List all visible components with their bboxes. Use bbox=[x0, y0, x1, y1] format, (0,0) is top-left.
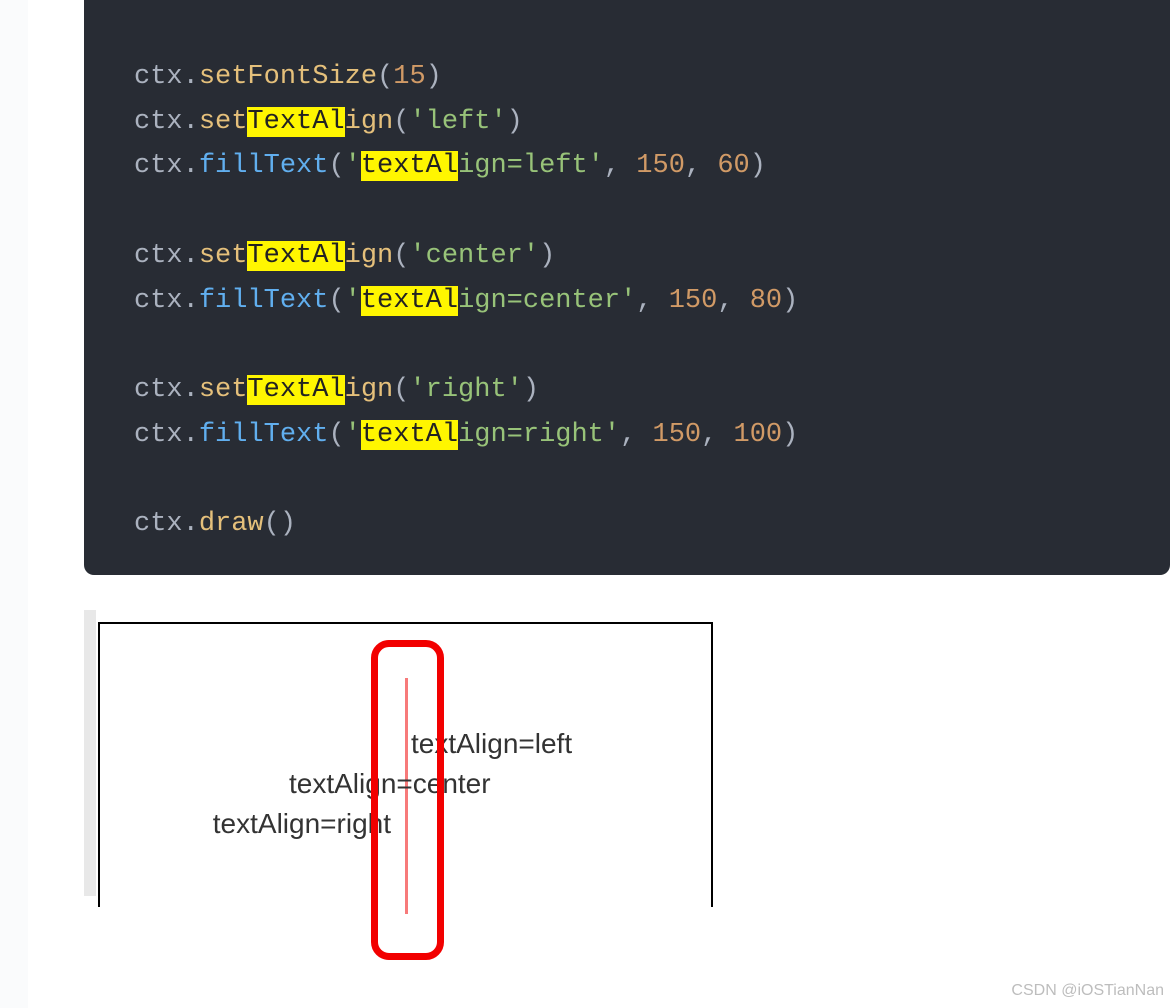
highlight-frame bbox=[371, 640, 444, 960]
code-token: ) bbox=[523, 375, 539, 405]
highlight-token: TextAl bbox=[247, 107, 344, 137]
code-token: 150 bbox=[636, 151, 685, 181]
code-token: . bbox=[183, 509, 199, 539]
code-token: . bbox=[183, 375, 199, 405]
label-align-right: textAlign=right bbox=[213, 808, 391, 840]
code-block: ctx.setFontSize(15) ctx.setTextAlign('le… bbox=[84, 0, 1170, 575]
diagram-shadow bbox=[84, 610, 96, 896]
code-token: ) bbox=[782, 286, 798, 316]
code-token: fillText bbox=[199, 420, 329, 450]
code-token: ign bbox=[345, 241, 394, 271]
highlight-token: textAl bbox=[361, 420, 458, 450]
code-token: ( bbox=[377, 62, 393, 92]
code-token: fillText bbox=[199, 151, 329, 181]
code-token: ) bbox=[426, 62, 442, 92]
code-token: . bbox=[183, 286, 199, 316]
diagram-box: textAlign=left textAlign=center textAlig… bbox=[98, 622, 713, 907]
watermark-text: CSDN @iOSTianNan bbox=[1011, 982, 1164, 1000]
code-token: , bbox=[636, 286, 668, 316]
code-token: ( bbox=[328, 151, 344, 181]
code-token: ctx bbox=[134, 375, 183, 405]
code-token: ( bbox=[393, 241, 409, 271]
code-token: , bbox=[701, 420, 733, 450]
code-token: ign=right' bbox=[458, 420, 620, 450]
code-token: ctx bbox=[134, 509, 183, 539]
text-align-diagram: textAlign=left textAlign=center textAlig… bbox=[84, 610, 712, 896]
code-token: 15 bbox=[393, 62, 425, 92]
code-token: 60 bbox=[717, 151, 749, 181]
code-token: ctx bbox=[134, 420, 183, 450]
code-token: . bbox=[183, 151, 199, 181]
code-token: . bbox=[183, 107, 199, 137]
code-token: ctx bbox=[134, 286, 183, 316]
code-token: ctx bbox=[134, 62, 183, 92]
highlight-token: TextAl bbox=[247, 375, 344, 405]
code-token: , bbox=[604, 151, 636, 181]
code-token: ign bbox=[345, 375, 394, 405]
code-token: ( bbox=[328, 420, 344, 450]
code-token: ( bbox=[393, 375, 409, 405]
code-token: ) bbox=[539, 241, 555, 271]
highlight-token: TextAl bbox=[247, 241, 344, 271]
code-token: 100 bbox=[734, 420, 783, 450]
code-token: ctx bbox=[134, 151, 183, 181]
code-token: . bbox=[183, 62, 199, 92]
code-token: , bbox=[685, 151, 717, 181]
code-token: draw bbox=[199, 509, 264, 539]
code-token: ign=left' bbox=[458, 151, 604, 181]
code-token: setFontSize bbox=[199, 62, 377, 92]
code-token: ) bbox=[280, 509, 296, 539]
code-token: 80 bbox=[750, 286, 782, 316]
code-token: ctx bbox=[134, 241, 183, 271]
highlight-token: textAl bbox=[361, 151, 458, 181]
code-token: 'left' bbox=[409, 107, 506, 137]
highlight-token: textAl bbox=[361, 286, 458, 316]
code-token: ) bbox=[750, 151, 766, 181]
code-token: set bbox=[199, 241, 248, 271]
code-token: . bbox=[183, 241, 199, 271]
code-token: ctx bbox=[134, 107, 183, 137]
page-left-gutter bbox=[0, 0, 28, 1008]
code-token: , bbox=[620, 420, 652, 450]
code-token: ign=center' bbox=[458, 286, 636, 316]
code-token: ( bbox=[264, 509, 280, 539]
code-token: ) bbox=[782, 420, 798, 450]
code-token: ' bbox=[345, 420, 361, 450]
code-token: ) bbox=[507, 107, 523, 137]
code-token: ( bbox=[393, 107, 409, 137]
code-token: . bbox=[183, 420, 199, 450]
code-token: fillText bbox=[199, 286, 329, 316]
code-token: , bbox=[717, 286, 749, 316]
code-token: ' bbox=[345, 151, 361, 181]
code-token: set bbox=[199, 107, 248, 137]
code-token: set bbox=[199, 375, 248, 405]
code-token: ign bbox=[345, 107, 394, 137]
code-token: 150 bbox=[669, 286, 718, 316]
code-token: ' bbox=[345, 286, 361, 316]
code-token: ( bbox=[328, 286, 344, 316]
code-token: 150 bbox=[653, 420, 702, 450]
code-token: 'center' bbox=[409, 241, 539, 271]
code-token: 'right' bbox=[409, 375, 522, 405]
